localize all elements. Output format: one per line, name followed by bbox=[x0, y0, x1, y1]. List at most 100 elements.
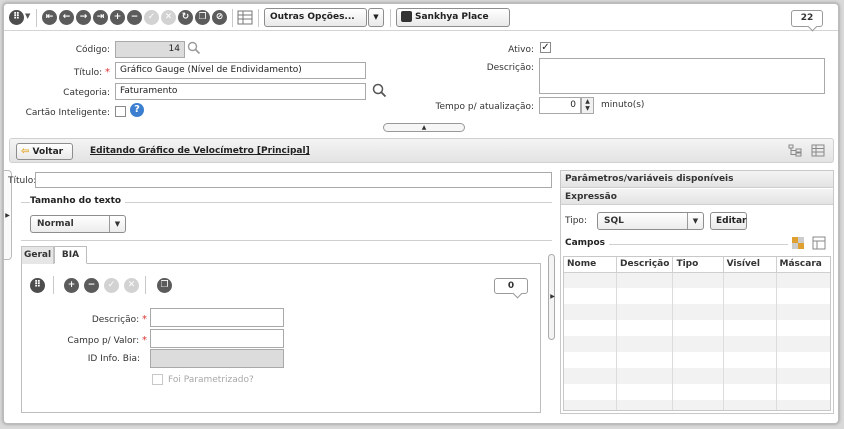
tempo-field[interactable]: 0 bbox=[539, 97, 581, 114]
sankhya-place-button[interactable]: Sankhya Place bbox=[396, 8, 510, 27]
tab-bia-label: BIA bbox=[61, 250, 80, 260]
help-icon[interactable]: ? bbox=[130, 103, 144, 117]
tempo-unit: minuto(s) bbox=[601, 100, 645, 110]
campos-title: Campos bbox=[565, 238, 610, 248]
grid-menu-icon[interactable]: ⠿ bbox=[9, 10, 24, 25]
foi-parametrizado-label: Foi Parametrizado? bbox=[168, 375, 254, 385]
export-icon[interactable] bbox=[812, 236, 826, 250]
col-mascara[interactable]: Máscara bbox=[776, 257, 830, 273]
left-titulo-field[interactable] bbox=[35, 172, 552, 188]
last-record-icon[interactable]: ⇥ bbox=[93, 10, 108, 25]
toolbar-divider bbox=[258, 9, 259, 27]
import-icon[interactable] bbox=[791, 236, 805, 250]
cancel-icon[interactable]: ✕ bbox=[124, 278, 139, 293]
table-row bbox=[564, 384, 830, 400]
bia-descricao-text: Descrição: bbox=[91, 315, 140, 325]
toolbar: ⠿ ▼ ⇤ ← → ⇥ + − ✓ ✕ ↻ ❐ ⊘ Outras Opções.… bbox=[4, 4, 838, 31]
save-icon[interactable]: ✓ bbox=[104, 278, 119, 293]
ativo-checkbox[interactable]: ✓ bbox=[540, 42, 551, 53]
categoria-field[interactable]: Faturamento bbox=[115, 83, 366, 100]
grid-view-icon[interactable] bbox=[811, 144, 825, 157]
editar-button[interactable]: Editar bbox=[710, 212, 747, 230]
tab-bia[interactable]: BIA bbox=[54, 246, 87, 264]
previous-record-icon[interactable]: ← bbox=[59, 10, 74, 25]
bia-descricao-field[interactable] bbox=[150, 308, 284, 327]
bia-idinfo-field bbox=[150, 349, 284, 368]
tree-view-icon[interactable] bbox=[788, 144, 802, 157]
table-row bbox=[564, 336, 830, 352]
remove-icon[interactable]: − bbox=[127, 10, 142, 25]
tempo-stepper[interactable]: ▲ ▼ bbox=[581, 97, 594, 114]
tab-geral[interactable]: Geral bbox=[21, 246, 54, 264]
table-row bbox=[564, 368, 830, 384]
more-options-label: Outras Opções... bbox=[270, 12, 355, 22]
add-icon[interactable]: + bbox=[110, 10, 125, 25]
tab-geral-label: Geral bbox=[23, 250, 52, 260]
first-record-icon[interactable]: ⇤ bbox=[42, 10, 57, 25]
place-label: Sankhya Place bbox=[415, 12, 489, 22]
duplicate-icon[interactable]: ❐ bbox=[157, 278, 172, 293]
table-row bbox=[564, 288, 830, 304]
duplicate-icon[interactable]: ❐ bbox=[195, 10, 210, 25]
chevron-down-icon: ▼ bbox=[109, 216, 125, 232]
required-asterisk: * bbox=[142, 335, 147, 346]
params-header[interactable]: Parâmetros/variáveis disponíveis bbox=[561, 171, 833, 188]
categoria-label: Categoria: bbox=[63, 88, 110, 98]
section-divider bbox=[21, 240, 552, 241]
table-row bbox=[564, 272, 830, 288]
grid-menu-icon[interactable]: ⠿ bbox=[30, 278, 45, 293]
next-record-icon[interactable]: → bbox=[76, 10, 91, 25]
col-visivel[interactable]: Visível bbox=[723, 257, 777, 273]
refresh-icon[interactable]: ↻ bbox=[178, 10, 193, 25]
codigo-label: Código: bbox=[75, 45, 110, 55]
tamanho-value: Normal bbox=[37, 219, 74, 229]
foi-parametrizado-checkbox[interactable] bbox=[152, 374, 163, 385]
toolbar-divider bbox=[36, 9, 37, 27]
place-icon bbox=[401, 11, 412, 22]
more-options-button[interactable]: Outras Opções... bbox=[264, 8, 367, 27]
col-descricao[interactable]: Descrição bbox=[616, 257, 674, 273]
titulo-field[interactable]: Gráfico Gauge (Nível de Endividamento) bbox=[115, 62, 366, 79]
back-label: Voltar bbox=[32, 147, 64, 157]
tipo-select[interactable]: SQL ▼ bbox=[597, 212, 704, 230]
remove-icon[interactable]: − bbox=[84, 278, 99, 293]
bia-count-badge[interactable]: 0 bbox=[494, 278, 528, 294]
campos-grid: Nome Descrição Tipo Visível Máscara bbox=[563, 256, 831, 411]
bia-campo-field[interactable] bbox=[150, 329, 284, 348]
table-row bbox=[564, 320, 830, 336]
descricao-textarea[interactable] bbox=[539, 58, 825, 94]
table-row bbox=[564, 400, 830, 410]
descricao-label: Descrição: bbox=[486, 63, 534, 73]
tempo-value: 0 bbox=[570, 100, 576, 110]
notification-badge[interactable]: 22 bbox=[791, 10, 823, 27]
back-button[interactable]: ⇦ Voltar bbox=[16, 143, 73, 160]
more-options-dropdown[interactable]: ▼ bbox=[368, 8, 384, 27]
col-tipo[interactable]: Tipo bbox=[672, 257, 724, 273]
search-icon[interactable] bbox=[372, 83, 387, 98]
expressao-header[interactable]: Expressão bbox=[561, 188, 833, 205]
params-title: Parâmetros/variáveis disponíveis bbox=[565, 174, 734, 184]
save-icon[interactable]: ✓ bbox=[144, 10, 159, 25]
titulo-label: Título: * bbox=[44, 67, 110, 78]
collapse-handle[interactable]: ▲ bbox=[383, 123, 465, 132]
editar-label: Editar bbox=[716, 216, 747, 226]
add-icon[interactable]: + bbox=[64, 278, 79, 293]
chevron-down-icon: ▼ bbox=[687, 213, 703, 229]
search-icon[interactable] bbox=[187, 41, 201, 55]
required-asterisk: * bbox=[142, 314, 147, 325]
cancel-icon[interactable]: ✕ bbox=[161, 10, 176, 25]
window: ⠿ ▼ ⇤ ← → ⇥ + − ✓ ✕ ↻ ❐ ⊘ Outras Opções.… bbox=[3, 3, 839, 424]
edit-title-link[interactable]: Editando Gráfico de Velocímetro [Princip… bbox=[90, 146, 310, 156]
bia-descricao-label: Descrição: * bbox=[44, 314, 147, 325]
titulo-value: Gráfico Gauge (Nível de Endividamento) bbox=[120, 65, 302, 75]
attach-icon[interactable]: ⊘ bbox=[212, 10, 227, 25]
bia-campo-text: Campo p/ Valor: bbox=[67, 336, 140, 346]
col-nome[interactable]: Nome bbox=[564, 257, 618, 273]
grid-view-icon[interactable] bbox=[237, 10, 253, 25]
chevron-down-icon[interactable]: ▼ bbox=[25, 12, 30, 20]
tamanho-select[interactable]: Normal ▼ bbox=[30, 215, 126, 233]
expressao-title: Expressão bbox=[565, 192, 617, 202]
panel-splitter[interactable]: ▶ bbox=[549, 282, 556, 312]
toolbar-divider bbox=[390, 9, 391, 27]
cartao-checkbox[interactable] bbox=[115, 106, 126, 117]
